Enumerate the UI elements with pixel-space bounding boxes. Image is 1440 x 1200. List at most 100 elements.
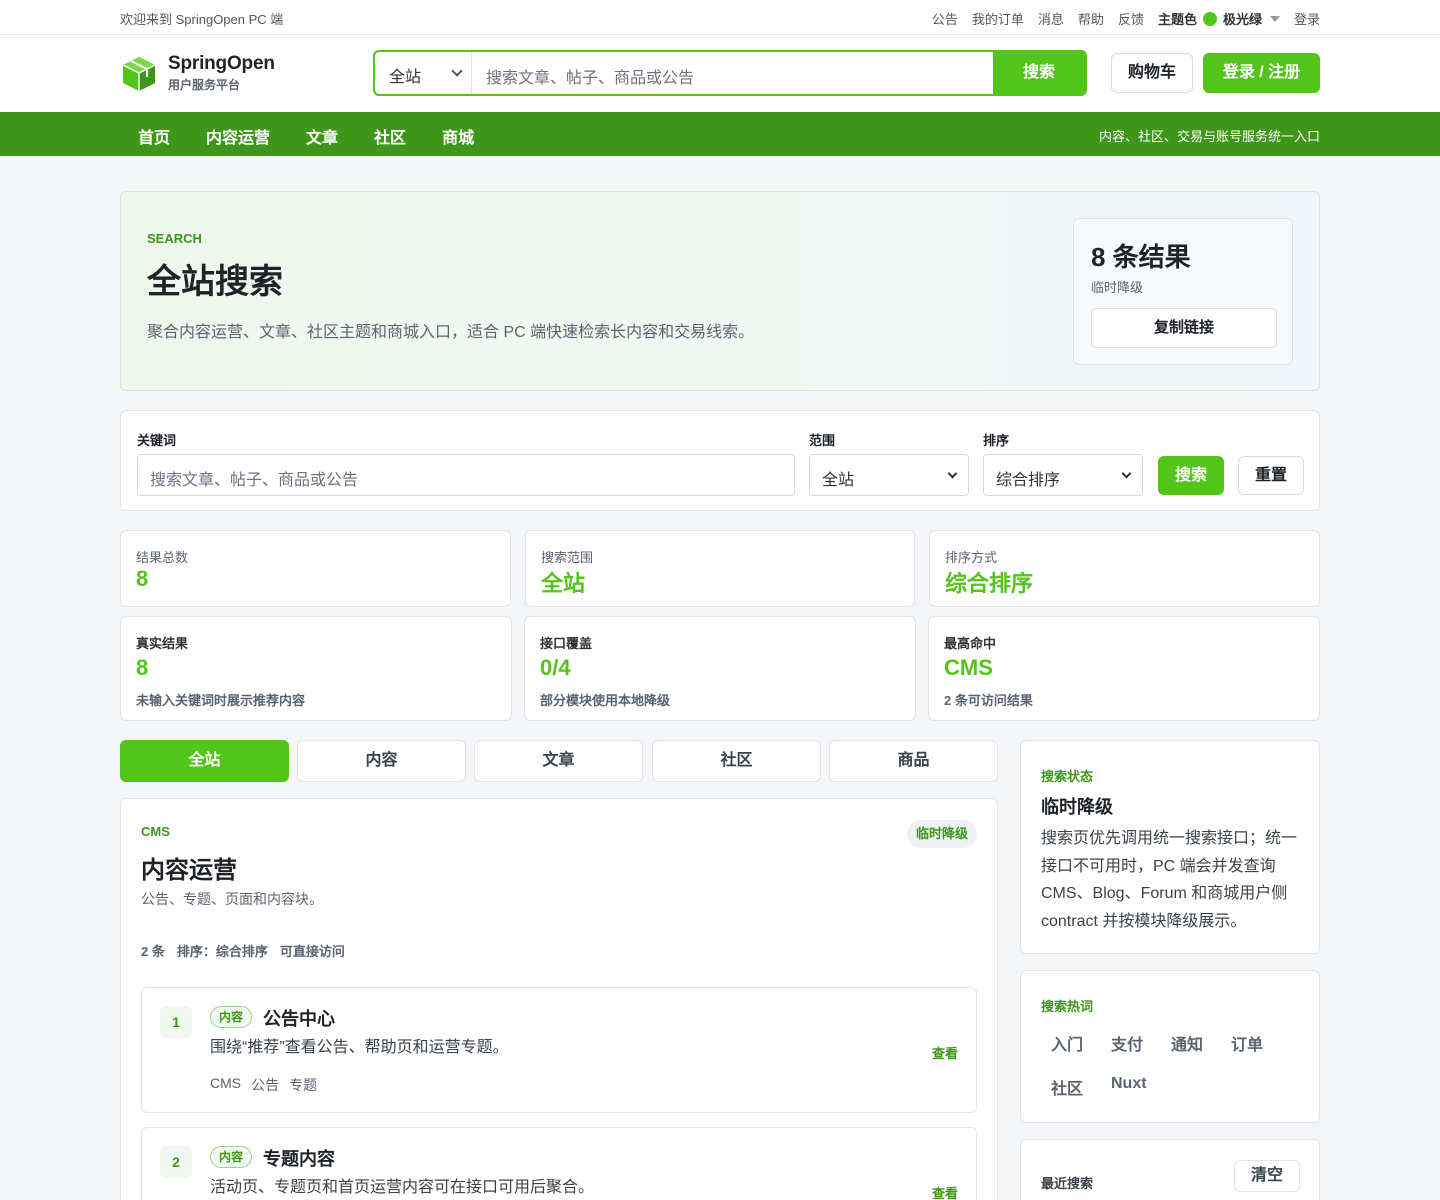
- keyword-input[interactable]: 搜索文章、帖子、商品或公告: [137, 454, 795, 496]
- header-scope-select[interactable]: 全站: [375, 52, 472, 94]
- result-description: 围绕“推荐”查看公告、帮助页和运营专题。: [210, 1039, 509, 1056]
- result-kind-badge: 内容: [210, 1006, 253, 1028]
- hot-keyword[interactable]: 入门: [1051, 1031, 1083, 1055]
- section-access: 可直接访问: [279, 944, 345, 959]
- stat-label: 结果总数: [136, 550, 189, 565]
- stat-note: 2 条可访问结果: [944, 693, 1033, 708]
- hot-keyword[interactable]: 订单: [1231, 1031, 1263, 1055]
- stat-value: CMS: [944, 655, 993, 680]
- nav-item-community[interactable]: 社区: [374, 124, 406, 148]
- main-nav: 首页 内容运营 文章 社区 商城 内容、社区、交易与账号服务统一入口: [0, 112, 1440, 156]
- result-kind-badge: 内容: [210, 1146, 253, 1168]
- header: SpringOpen 用户服务平台 全站 搜索文章、帖子、商品或公告 搜索 购物…: [0, 35, 1440, 112]
- hot-keyword[interactable]: 通知: [1171, 1031, 1203, 1055]
- hero-panel: SEARCH 全站搜索 聚合内容运营、文章、社区主题和商城入口，适合 PC 端快…: [120, 191, 1320, 391]
- recent-heading: 最近搜索: [1041, 1176, 1094, 1191]
- result-section-cms: CMS 内容运营 公告、专题、页面和内容块。 临时降级 2 条 排序：综合排序 …: [120, 798, 998, 1200]
- view-link[interactable]: 查看: [932, 1183, 958, 1200]
- tab-all[interactable]: 全站: [120, 740, 289, 782]
- result-rank: 1: [160, 1006, 192, 1038]
- scope-select[interactable]: 全站: [809, 454, 969, 496]
- chevron-down-icon: [1121, 468, 1132, 479]
- status-badge: 临时降级: [906, 820, 977, 848]
- copy-link-button[interactable]: 复制链接: [1091, 308, 1277, 348]
- recent-searches-card: 最近搜索 清空: [1020, 1139, 1320, 1200]
- stat-label: 最高命中: [944, 636, 997, 651]
- tab-community[interactable]: 社区: [652, 740, 821, 782]
- result-item[interactable]: 2 内容 专题内容 活动页、专题页和首页运营内容可在接口可用后聚合。 查看: [141, 1127, 977, 1200]
- sort-label: 排序: [983, 433, 1010, 448]
- cart-button[interactable]: 购物车: [1111, 53, 1193, 93]
- top-bar: 欢迎来到 SpringOpen PC 端 公告 我的订单 消息 帮助 反馈 主题…: [0, 0, 1440, 35]
- result-rank: 2: [160, 1146, 192, 1178]
- result-description: 活动页、专题页和首页运营内容可在接口可用后聚合。: [210, 1179, 595, 1196]
- hot-keyword[interactable]: Nuxt: [1111, 1075, 1147, 1093]
- result-tag: CMS: [210, 1075, 242, 1091]
- scope-label: 范围: [809, 433, 836, 448]
- result-tag: 专题: [289, 1077, 318, 1093]
- sort-select-value: 综合排序: [996, 472, 1061, 489]
- login-register-button[interactable]: 登录 / 注册: [1203, 53, 1320, 93]
- sort-select[interactable]: 综合排序: [983, 454, 1143, 496]
- page-title: 全站搜索: [147, 263, 283, 301]
- hot-keyword[interactable]: 支付: [1111, 1031, 1143, 1055]
- brand-subtitle: 用户服务平台: [168, 78, 241, 92]
- stat-value: 全站: [541, 571, 586, 596]
- tab-articles[interactable]: 文章: [474, 740, 643, 782]
- tab-content[interactable]: 内容: [297, 740, 466, 782]
- brand[interactable]: SpringOpen 用户服务平台: [168, 53, 275, 93]
- logo-cube-icon[interactable]: [120, 55, 158, 93]
- chevron-down-icon: [451, 65, 463, 77]
- stat-card-sort: 排序方式 综合排序: [929, 530, 1320, 607]
- stat-value: 0/4: [540, 655, 571, 680]
- stat-value: 8: [136, 655, 149, 680]
- result-tags: CMS 公告 专题: [210, 1075, 317, 1095]
- filter-reset-button[interactable]: 重置: [1238, 456, 1304, 495]
- theme-selector[interactable]: 主题色 极光绿: [1158, 9, 1280, 28]
- top-link-notice[interactable]: 公告: [932, 9, 958, 28]
- stat-value: 综合排序: [945, 571, 1034, 596]
- stat-card-real-results: 真实结果 8 未输入关键词时展示推荐内容: [120, 616, 512, 721]
- nav-item-mall[interactable]: 商城: [442, 124, 474, 148]
- hot-keywords-card: 搜索热词 入门 支付 通知 订单 社区 Nuxt: [1020, 970, 1320, 1123]
- hot-keyword[interactable]: 社区: [1051, 1075, 1083, 1099]
- stat-card-total: 结果总数 8: [120, 530, 511, 607]
- top-link-feedback[interactable]: 反馈: [1118, 9, 1144, 28]
- result-item[interactable]: 1 内容 公告中心 围绕“推荐”查看公告、帮助页和运营专题。 CMS 公告 专题…: [141, 987, 977, 1113]
- header-search-input[interactable]: 搜索文章、帖子、商品或公告: [486, 64, 694, 88]
- result-summary-card: 8 条结果 临时降级 复制链接: [1073, 218, 1293, 365]
- theme-label: 主题色: [1157, 12, 1197, 27]
- hero-description: 聚合内容运营、文章、社区主题和商城入口，适合 PC 端快速检索长内容和交易线索。: [147, 324, 755, 341]
- stat-label: 搜索范围: [541, 550, 594, 565]
- stat-label: 排序方式: [945, 550, 998, 565]
- header-search-button[interactable]: 搜索: [993, 52, 1085, 94]
- section-meta: 2 条 排序：综合排序 可直接访问: [141, 941, 345, 960]
- stat-card-top-hit: 最高命中 CMS 2 条可访问结果: [928, 616, 1320, 721]
- view-link[interactable]: 查看: [932, 1043, 958, 1062]
- result-tag: 公告: [251, 1077, 280, 1093]
- clear-recent-button[interactable]: 清空: [1234, 1160, 1300, 1192]
- stat-card-api-coverage: 接口覆盖 0/4 部分模块使用本地降级: [524, 616, 916, 721]
- result-title[interactable]: 公告中心: [263, 1005, 335, 1031]
- nav-item-content[interactable]: 内容运营: [206, 124, 270, 148]
- section-sort: 排序：综合排序: [176, 944, 268, 959]
- top-link-orders[interactable]: 我的订单: [972, 9, 1024, 28]
- top-login-link[interactable]: 登录: [1294, 9, 1320, 28]
- keyword-label: 关键词: [137, 433, 177, 448]
- filter-search-button[interactable]: 搜索: [1158, 456, 1224, 495]
- theme-value: 极光绿: [1222, 12, 1262, 27]
- nav-tagline: 内容、社区、交易与账号服务统一入口: [1098, 129, 1320, 144]
- section-description: 公告、专题、页面和内容块。: [141, 891, 323, 907]
- nav-item-home[interactable]: 首页: [138, 124, 170, 148]
- brand-name: SpringOpen: [168, 53, 275, 74]
- top-link-help[interactable]: 帮助: [1078, 9, 1104, 28]
- section-code: CMS: [141, 824, 170, 839]
- nav-item-articles[interactable]: 文章: [306, 124, 338, 148]
- stat-card-scope: 搜索范围 全站: [525, 530, 915, 607]
- caret-down-icon: [1269, 15, 1280, 22]
- result-mode: 临时降级: [1091, 280, 1144, 295]
- result-title[interactable]: 专题内容: [263, 1145, 335, 1171]
- section-count: 2 条: [141, 944, 165, 959]
- top-link-messages[interactable]: 消息: [1038, 9, 1064, 28]
- tab-products[interactable]: 商品: [829, 740, 998, 782]
